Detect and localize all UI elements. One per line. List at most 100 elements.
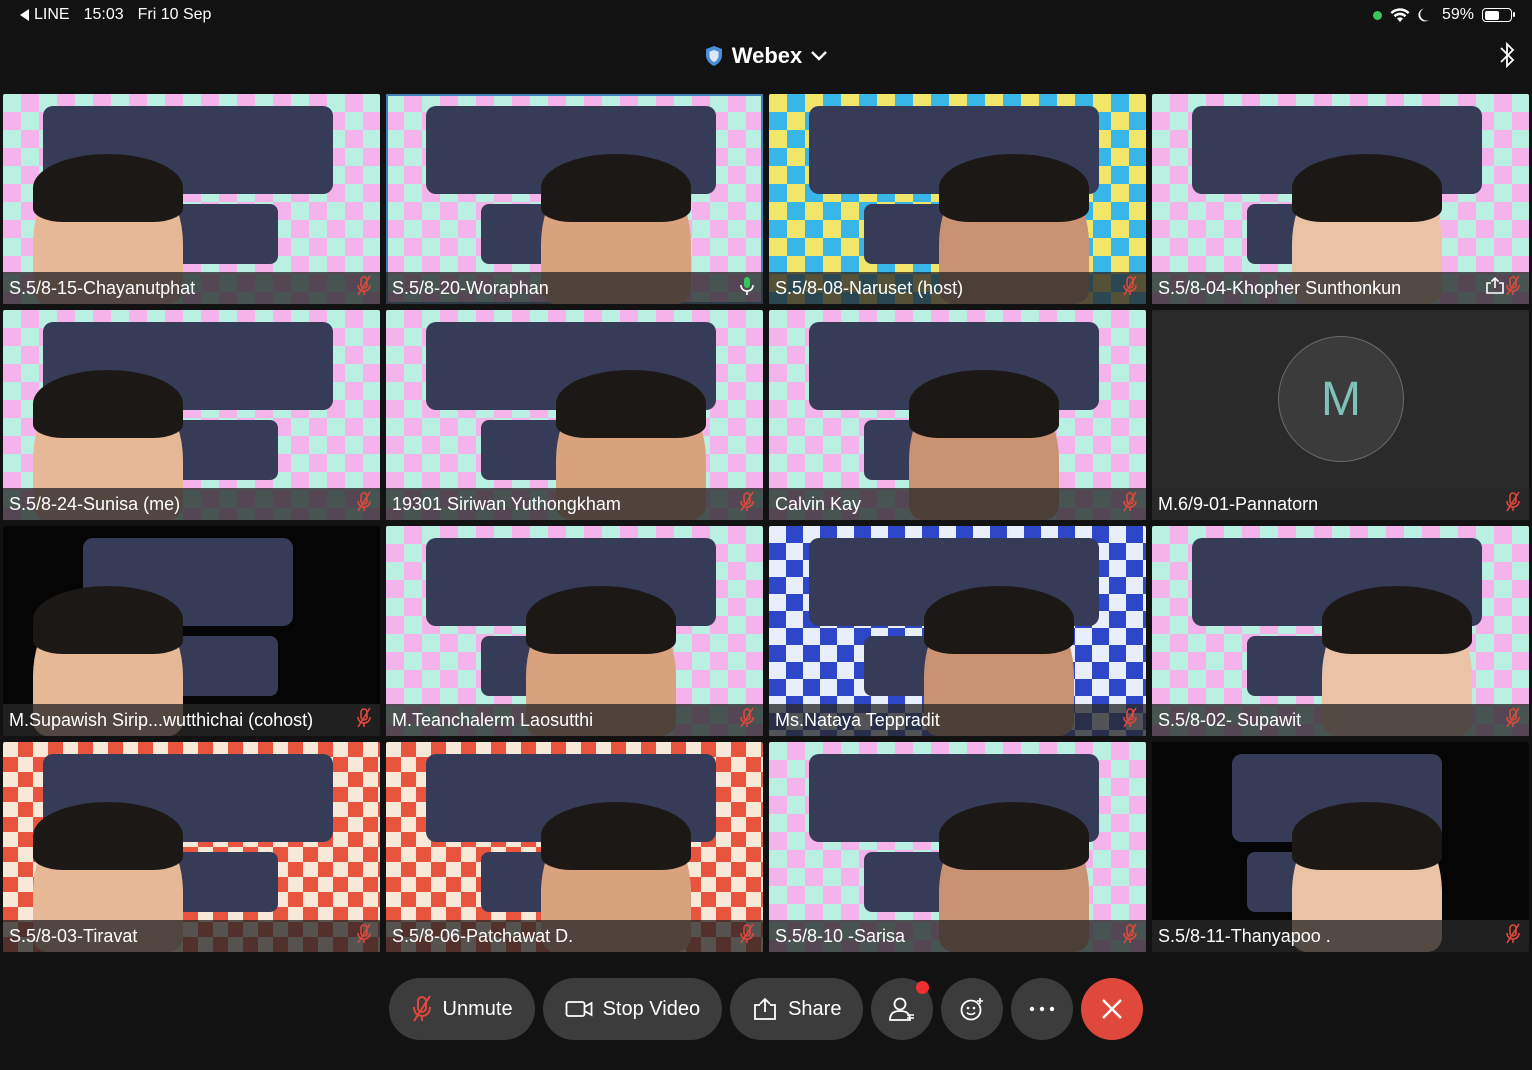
participant-tile[interactable]: S.5/8-06-Patchawat D. [386,742,763,952]
mic-muted-icon [1505,275,1521,302]
participant-name: S.5/8-08-Naruset (host) [775,277,964,298]
mic-muted-icon [356,707,372,734]
participant-nameplate: S.5/8-24-Sunisa (me) [3,488,380,520]
stop-video-button[interactable]: Stop Video [542,978,723,1040]
participant-nameplate: M.6/9-01-Pannatorn [1152,488,1529,520]
participant-nameplate: S.5/8-03-Tiravat [3,920,380,952]
mic-in-use-indicator-icon [1372,10,1382,20]
wifi-icon [1390,7,1410,22]
participant-tile[interactable]: S.5/8-02- Supawit [1152,526,1529,736]
participant-tile[interactable]: 19301 Siriwan Yuthongkham [386,310,763,520]
mic-muted-icon [412,995,431,1022]
participant-tile[interactable]: S.5/8-08-Naruset (host) [769,94,1146,304]
mic-muted-icon [356,275,372,302]
participant-nameplate: S.5/8-02- Supawit [1152,704,1529,736]
participant-tile[interactable]: S.5/8-03-Tiravat [3,742,380,952]
mic-muted-icon [739,491,755,518]
back-to-app-link[interactable]: LINE [20,6,70,24]
more-options-button[interactable] [1011,978,1074,1040]
participant-name: S.5/8-20-Woraphan [392,277,549,298]
bluetooth-audio-icon[interactable] [1498,40,1516,70]
participant-tile[interactable]: S.5/8-24-Sunisa (me) [3,310,380,520]
participant-name: S.5/8-11-Thanyapoo . [1158,925,1331,946]
participant-name: Ms.Nataya Teppradit [775,709,940,730]
mic-muted-icon [1122,491,1138,518]
participant-tile[interactable]: M.Teanchalerm Laosutthi [386,526,763,736]
mic-active-icon [739,275,755,302]
avatar: M [1278,336,1404,462]
battery-percent: 59% [1441,6,1474,23]
unmute-button[interactable]: Unmute [388,978,535,1040]
mic-muted-icon [1505,491,1521,518]
emoji-reaction-icon [961,998,984,1021]
participant-name: S.5/8-06-Patchawat D. [392,925,574,946]
mic-muted-icon [1122,275,1138,302]
participant-name: S.5/8-03-Tiravat [9,925,138,946]
mic-muted-icon [739,707,755,734]
reactions-button[interactable] [941,978,1004,1040]
participant-nameplate: S.5/8-04-Khopher Sunthonkun [1152,272,1529,304]
participant-nameplate: 19301 Siriwan Yuthongkham [386,488,763,520]
participants-button[interactable] [871,978,934,1040]
back-triangle-icon [20,9,29,21]
participants-icon [889,997,915,1021]
leave-meeting-button[interactable] [1081,978,1144,1040]
more-ellipsis-icon [1030,1006,1055,1012]
participant-nameplate: S.5/8-11-Thanyapoo . [1152,920,1529,952]
participant-name: S.5/8-24-Sunisa (me) [9,493,181,514]
mic-muted-icon [739,923,755,950]
participant-nameplate: S.5/8-08-Naruset (host) [769,272,1146,304]
participant-name: 19301 Siriwan Yuthongkham [392,493,621,514]
participant-tile[interactable]: Ms.Nataya Teppradit [769,526,1146,736]
participant-name: M.Teanchalerm Laosutthi [392,709,594,730]
participant-video-grid: S.5/8-15-Chayanutphat S.5/8-20-Woraphan S.… [3,94,1529,952]
participant-name: S.5/8-02- Supawit [1158,709,1302,730]
participant-tile[interactable]: Calvin Kay [769,310,1146,520]
mic-muted-icon [1505,923,1521,950]
mic-muted-icon [1505,707,1521,734]
mic-muted-icon [1122,707,1138,734]
share-button[interactable]: Share [730,978,864,1040]
participant-nameplate: S.5/8-15-Chayanutphat [3,272,380,304]
mic-muted-icon [356,491,372,518]
participant-name: M.Supawish Sirip...wutthichai (cohost) [9,709,314,730]
participant-tile[interactable]: M M.6/9-01-Pannatorn [1152,310,1529,520]
share-label: Share [788,997,842,1020]
video-camera-icon [565,1001,592,1017]
status-bar: LINE 15:03 Fri 10 Sep 59% [0,0,1532,32]
participant-nameplate: M.Teanchalerm Laosutthi [386,704,763,736]
meeting-controls: Unmute Stop Video Share [0,978,1532,1040]
battery-icon [1482,8,1515,22]
participant-tile[interactable]: M.Supawish Sirip...wutthichai (cohost) [3,526,380,736]
meeting-title: Webex [731,43,803,68]
participant-name: S.5/8-10 -Sarisa [775,925,906,946]
participant-nameplate: S.5/8-10 -Sarisa [769,920,1146,952]
participant-nameplate: S.5/8-06-Patchawat D. [386,920,763,952]
participant-name: S.5/8-15-Chayanutphat [9,277,196,298]
back-app-label: LINE [34,6,70,23]
stop-video-label: Stop Video [602,997,701,1020]
meeting-header[interactable]: Webex [0,36,1532,76]
sharing-icon [1485,276,1505,300]
do-not-disturb-moon-icon [1418,8,1429,22]
participant-tile[interactable]: S.5/8-04-Khopher Sunthonkun [1152,94,1529,304]
participant-name: S.5/8-04-Khopher Sunthonkun [1158,277,1402,298]
participant-name: M.6/9-01-Pannatorn [1158,493,1319,514]
mic-muted-icon [356,923,372,950]
participant-nameplate: M.Supawish Sirip...wutthichai (cohost) [3,704,380,736]
close-icon [1102,999,1123,1019]
unmute-label: Unmute [442,997,513,1020]
participant-name: Calvin Kay [775,493,862,514]
participant-nameplate: Ms.Nataya Teppradit [769,704,1146,736]
participant-tile[interactable]: S.5/8-15-Chayanutphat [3,94,380,304]
status-time: 15:03 [83,6,124,23]
chevron-down-icon [811,51,828,61]
participant-tile[interactable]: S.5/8-10 -Sarisa [769,742,1146,952]
participant-tile[interactable]: S.5/8-20-Woraphan [386,94,763,304]
mic-muted-icon [1122,923,1138,950]
shield-secure-icon [705,46,722,66]
status-date: Fri 10 Sep [137,6,212,23]
participant-nameplate: Calvin Kay [769,488,1146,520]
notification-badge [916,981,930,994]
participant-tile[interactable]: S.5/8-11-Thanyapoo . [1152,742,1529,952]
